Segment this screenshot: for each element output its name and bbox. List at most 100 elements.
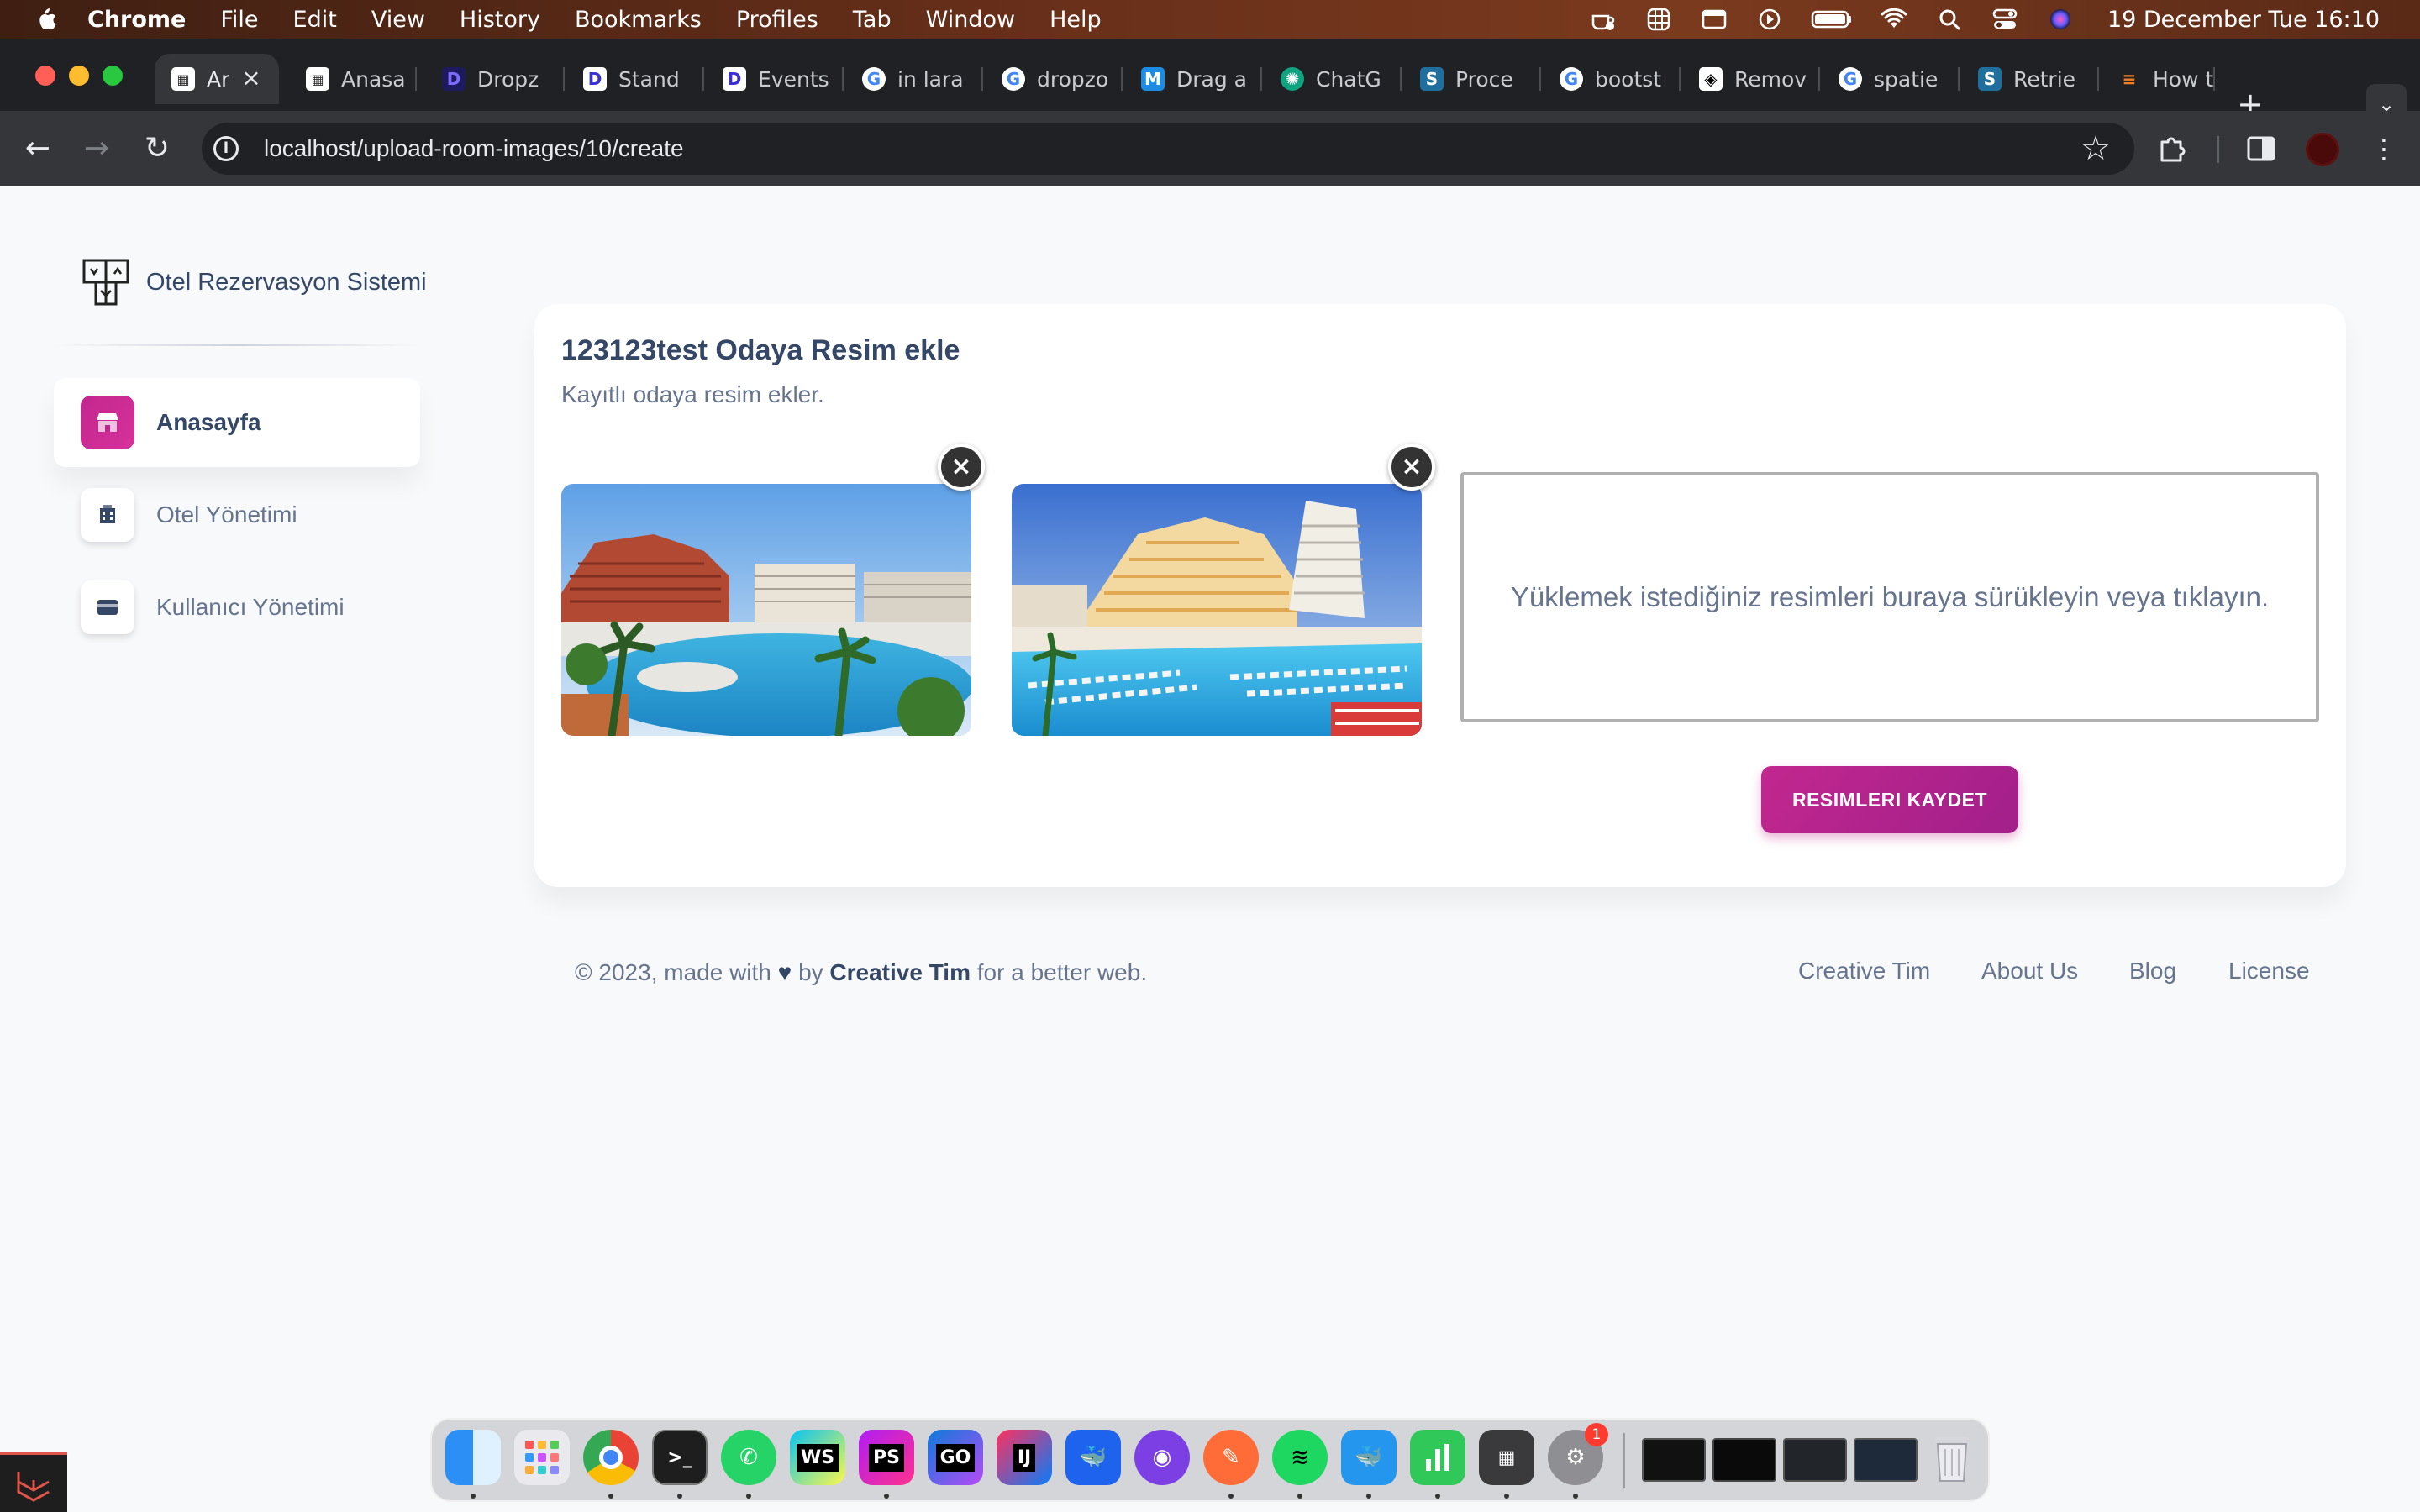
footer-author-link[interactable]: Creative Tim bbox=[829, 959, 971, 985]
tab-item[interactable]: S Retrie bbox=[1961, 54, 2099, 104]
notification-badge: 1 bbox=[1585, 1423, 1608, 1446]
phpstorm-icon[interactable]: PS bbox=[859, 1430, 914, 1485]
remove-image-button[interactable]: × bbox=[938, 444, 985, 491]
extensions-puzzle-icon[interactable] bbox=[2154, 131, 2190, 166]
spotlight-search-icon[interactable] bbox=[1934, 8, 1965, 31]
menu-edit[interactable]: Edit bbox=[293, 7, 337, 33]
tab-item[interactable]: ≡ How t bbox=[2101, 54, 2215, 104]
postman-icon[interactable]: ✎ bbox=[1203, 1430, 1259, 1485]
forward-arrow-icon[interactable]: → bbox=[76, 128, 118, 170]
whatsapp-icon[interactable]: ✆ bbox=[721, 1430, 776, 1485]
tab-item[interactable]: D Stand bbox=[566, 54, 704, 104]
calculator-icon[interactable]: ▦ bbox=[1479, 1430, 1534, 1485]
site-info-icon[interactable]: i bbox=[213, 136, 239, 161]
sidebar-item-label: Anasayfa bbox=[156, 409, 261, 435]
menu-view[interactable]: View bbox=[371, 7, 425, 33]
sidebar-brand[interactable]: Otel Rezervasyon Sistemi bbox=[81, 257, 427, 307]
menu-history[interactable]: History bbox=[460, 7, 540, 33]
menu-profiles[interactable]: Profiles bbox=[736, 7, 818, 33]
menu-window[interactable]: Window bbox=[926, 7, 1015, 33]
docker-icon[interactable]: 🐳 bbox=[1065, 1430, 1121, 1485]
menu-file[interactable]: File bbox=[220, 7, 258, 33]
webstorm-icon[interactable]: WS bbox=[790, 1430, 845, 1485]
save-images-button[interactable]: RESIMLERI KAYDET bbox=[1761, 766, 2018, 833]
macos-dock: >_ ✆ WS PS GO IJ 🐳 ◉ ✎ ≋ 🐳 ▦ ⚙ 1 bbox=[430, 1418, 1990, 1502]
grid-status-icon[interactable] bbox=[1644, 8, 1674, 31]
minimized-window-thumbnail[interactable] bbox=[1783, 1438, 1847, 1482]
tab-item[interactable]: D Events bbox=[706, 54, 844, 104]
heart-icon: ♥ bbox=[777, 959, 792, 985]
footer-link-creative-tim[interactable]: Creative Tim bbox=[1798, 958, 1930, 984]
chrome-app-icon[interactable] bbox=[583, 1430, 639, 1485]
tab-item[interactable]: G dropzo bbox=[985, 54, 1123, 104]
minimized-window-thumbnail[interactable] bbox=[1712, 1438, 1776, 1482]
medium-favicon-icon: M bbox=[1141, 67, 1165, 91]
tab-item[interactable]: ✺ ChatG bbox=[1264, 54, 1402, 104]
siri-icon[interactable] bbox=[2045, 8, 2075, 31]
sidebar-item-otel-yonetimi[interactable]: Otel Yönetimi bbox=[54, 470, 420, 559]
shop-icon bbox=[81, 396, 134, 449]
window-zoom-button[interactable] bbox=[103, 66, 123, 86]
tab-item[interactable]: D Dropz bbox=[425, 54, 565, 104]
grid-favicon-icon: ▦ bbox=[171, 67, 195, 91]
remove-image-button[interactable]: × bbox=[1388, 444, 1435, 491]
tab-item[interactable]: S Proce bbox=[1403, 54, 1541, 104]
close-tab-icon[interactable]: × bbox=[239, 66, 264, 91]
macos-menu-bar: Chrome File Edit View History Bookmarks … bbox=[0, 0, 2420, 39]
minimized-window-thumbnail[interactable] bbox=[1642, 1438, 1706, 1482]
control-center-icon[interactable] bbox=[1990, 8, 2020, 31]
footer-link-license[interactable]: License bbox=[2228, 958, 2310, 984]
tab-active[interactable]: ▦ Ar × bbox=[155, 54, 279, 104]
intellij-icon[interactable]: IJ bbox=[997, 1430, 1052, 1485]
finder-icon[interactable] bbox=[445, 1430, 501, 1485]
sidebar-item-anasayfa[interactable]: Anasayfa bbox=[54, 378, 420, 467]
menu-tab[interactable]: Tab bbox=[853, 7, 892, 33]
bookmark-star-icon[interactable]: ☆ bbox=[2081, 129, 2111, 168]
browser-tab-strip: ▦ Ar × ▦ Anasa D Dropz D Stand D Events … bbox=[0, 39, 2420, 124]
toolbar-divider bbox=[2217, 136, 2219, 163]
tab-item[interactable]: ◈ Remov bbox=[1682, 54, 1820, 104]
docker-desktop-icon[interactable]: 🐳 bbox=[1341, 1430, 1397, 1485]
tab-item[interactable]: ▦ Anasa bbox=[289, 54, 417, 104]
back-arrow-icon[interactable]: ← bbox=[17, 128, 59, 170]
trash-icon[interactable] bbox=[1924, 1430, 1980, 1485]
calendar-status-icon[interactable] bbox=[1699, 8, 1729, 31]
window-close-button[interactable] bbox=[35, 66, 55, 86]
goland-icon[interactable]: GO bbox=[928, 1430, 983, 1485]
numbers-icon[interactable] bbox=[1410, 1430, 1465, 1485]
side-panel-icon[interactable] bbox=[2244, 131, 2279, 166]
address-bar[interactable]: i localhost/upload-room-images/10/create… bbox=[202, 123, 2134, 175]
tab-item[interactable]: M Drag a bbox=[1124, 54, 1262, 104]
tab-item[interactable]: G spatie bbox=[1822, 54, 1960, 104]
wifi-icon[interactable] bbox=[1879, 8, 1909, 31]
menu-bookmarks[interactable]: Bookmarks bbox=[575, 7, 702, 33]
minimized-window-thumbnail[interactable] bbox=[1854, 1438, 1918, 1482]
laravel-debugbar-toggle-icon[interactable] bbox=[0, 1452, 67, 1512]
image-dropzone[interactable]: Yüklemek istediğiniz resimleri buraya sü… bbox=[1460, 472, 2319, 722]
tab-item[interactable]: G bootst bbox=[1543, 54, 1681, 104]
tab-item[interactable]: G in lara bbox=[845, 54, 983, 104]
profile-avatar[interactable] bbox=[2306, 133, 2339, 166]
spotify-icon[interactable]: ≋ bbox=[1272, 1430, 1328, 1485]
battery-icon[interactable] bbox=[1810, 8, 1854, 31]
url-text[interactable]: localhost/upload-room-images/10/create bbox=[264, 135, 684, 162]
room-image-preview bbox=[561, 484, 971, 736]
footer-link-about-us[interactable]: About Us bbox=[1981, 958, 2078, 984]
github-desktop-icon[interactable]: ◉ bbox=[1134, 1430, 1190, 1485]
reload-icon[interactable]: ↻ bbox=[136, 128, 178, 170]
terminal-icon[interactable]: >_ bbox=[652, 1430, 708, 1485]
dropzone-favicon-icon: D bbox=[583, 67, 607, 91]
menu-help[interactable]: Help bbox=[1050, 7, 1102, 33]
chrome-menu-icon[interactable]: ⋮ bbox=[2366, 131, 2402, 166]
menu-bar-clock[interactable]: 19 December Tue 16:10 bbox=[2107, 7, 2380, 33]
sidebar-item-kullanici-yonetimi[interactable]: Kullanıcı Yönetimi bbox=[54, 563, 420, 652]
coffee-status-icon[interactable] bbox=[1588, 8, 1618, 31]
footer-link-blog[interactable]: Blog bbox=[2129, 958, 2176, 984]
chatgpt-favicon-icon: ✺ bbox=[1281, 67, 1304, 91]
play-status-icon[interactable] bbox=[1754, 8, 1785, 31]
window-minimize-button[interactable] bbox=[69, 66, 89, 86]
menu-chrome[interactable]: Chrome bbox=[87, 7, 186, 33]
apple-icon[interactable] bbox=[34, 5, 59, 34]
room-image-preview bbox=[1012, 484, 1422, 736]
launchpad-icon[interactable] bbox=[514, 1430, 570, 1485]
